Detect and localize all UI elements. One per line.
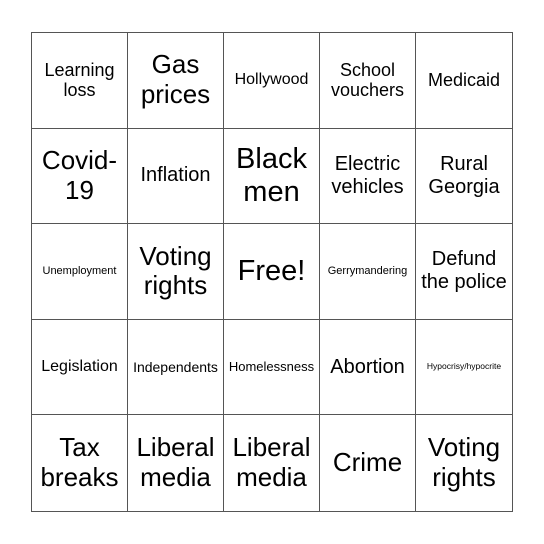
bingo-cell[interactable]: Legislation bbox=[32, 319, 128, 416]
bingo-cell[interactable]: Unemployment bbox=[32, 224, 128, 320]
bingo-cell-label: Medicaid bbox=[427, 69, 501, 90]
bingo-cell[interactable]: Voting rights bbox=[128, 224, 224, 320]
bingo-cell[interactable]: Homelessness bbox=[224, 319, 320, 416]
bingo-cell-label: Legislation bbox=[41, 357, 118, 375]
bingo-cell-label: Learning loss bbox=[44, 59, 115, 101]
bingo-cell-label: Free! bbox=[237, 254, 306, 287]
free-space-cell[interactable]: Free! bbox=[224, 224, 320, 320]
bingo-cell-label: Liberal media bbox=[232, 432, 311, 493]
bingo-cell[interactable]: Learning loss bbox=[32, 33, 128, 129]
bingo-cell[interactable]: Black men bbox=[224, 128, 320, 225]
bingo-cell-label: Gerrymandering bbox=[327, 265, 408, 278]
bingo-cell[interactable]: Defund the police bbox=[416, 224, 512, 320]
bingo-cell-label: Black men bbox=[236, 142, 307, 208]
bingo-cell-label: Inflation bbox=[140, 164, 211, 187]
bingo-cell-label: Hypocrisy/hypocrite bbox=[426, 361, 502, 372]
bingo-cell-label: School vouchers bbox=[330, 59, 405, 101]
bingo-cell-label: Rural Georgia bbox=[428, 152, 500, 198]
bingo-cell[interactable]: Rural Georgia bbox=[416, 129, 512, 225]
bingo-cell-label: Crime bbox=[332, 447, 403, 478]
bingo-cell-label: Voting rights bbox=[427, 432, 501, 493]
bingo-cell-label: Hollywood bbox=[234, 71, 309, 89]
bingo-cell[interactable]: Independents bbox=[128, 319, 224, 416]
bingo-cell[interactable]: Liberal media bbox=[128, 415, 224, 511]
bingo-cell[interactable]: Tax breaks bbox=[32, 415, 128, 511]
bingo-board: Learning loss Gas prices Hollywood School v… bbox=[31, 32, 513, 512]
bingo-cell[interactable]: Abortion bbox=[320, 319, 416, 416]
bingo-cell[interactable]: Liberal media bbox=[224, 415, 320, 511]
bingo-cell[interactable]: Gas prices bbox=[128, 33, 224, 129]
bingo-cell[interactable]: Inflation bbox=[128, 128, 224, 225]
bingo-cell-label: Independents bbox=[133, 359, 218, 376]
bingo-cell[interactable]: Voting rights bbox=[416, 415, 512, 511]
bingo-cell[interactable]: Hypocrisy/hypocrite bbox=[416, 320, 512, 416]
bingo-cell-label: Gas prices bbox=[140, 49, 211, 110]
bingo-cell[interactable]: Electric vehicles bbox=[320, 128, 416, 225]
bingo-cell[interactable]: Covid-19 bbox=[32, 128, 128, 225]
bingo-cell[interactable]: Crime bbox=[320, 415, 416, 511]
bingo-cell[interactable]: Medicaid bbox=[416, 33, 512, 129]
bingo-cell[interactable]: School vouchers bbox=[320, 33, 416, 129]
bingo-cell[interactable]: Gerrymandering bbox=[320, 224, 416, 320]
bingo-cell-label: Homelessness bbox=[228, 358, 315, 374]
bingo-cell-label: Electric vehicles bbox=[331, 152, 404, 198]
bingo-cell-label: Abortion bbox=[330, 355, 405, 378]
bingo-cell[interactable]: Hollywood bbox=[224, 33, 320, 129]
bingo-cell-label: Covid-19 bbox=[41, 145, 118, 205]
bingo-cell-label: Tax breaks bbox=[40, 432, 119, 493]
bingo-cell-label: Unemployment bbox=[42, 265, 117, 278]
bingo-cell-label: Defund the police bbox=[421, 248, 507, 294]
bingo-cell-label: Liberal media bbox=[136, 432, 215, 493]
bingo-cell-label: Voting rights bbox=[139, 240, 212, 301]
